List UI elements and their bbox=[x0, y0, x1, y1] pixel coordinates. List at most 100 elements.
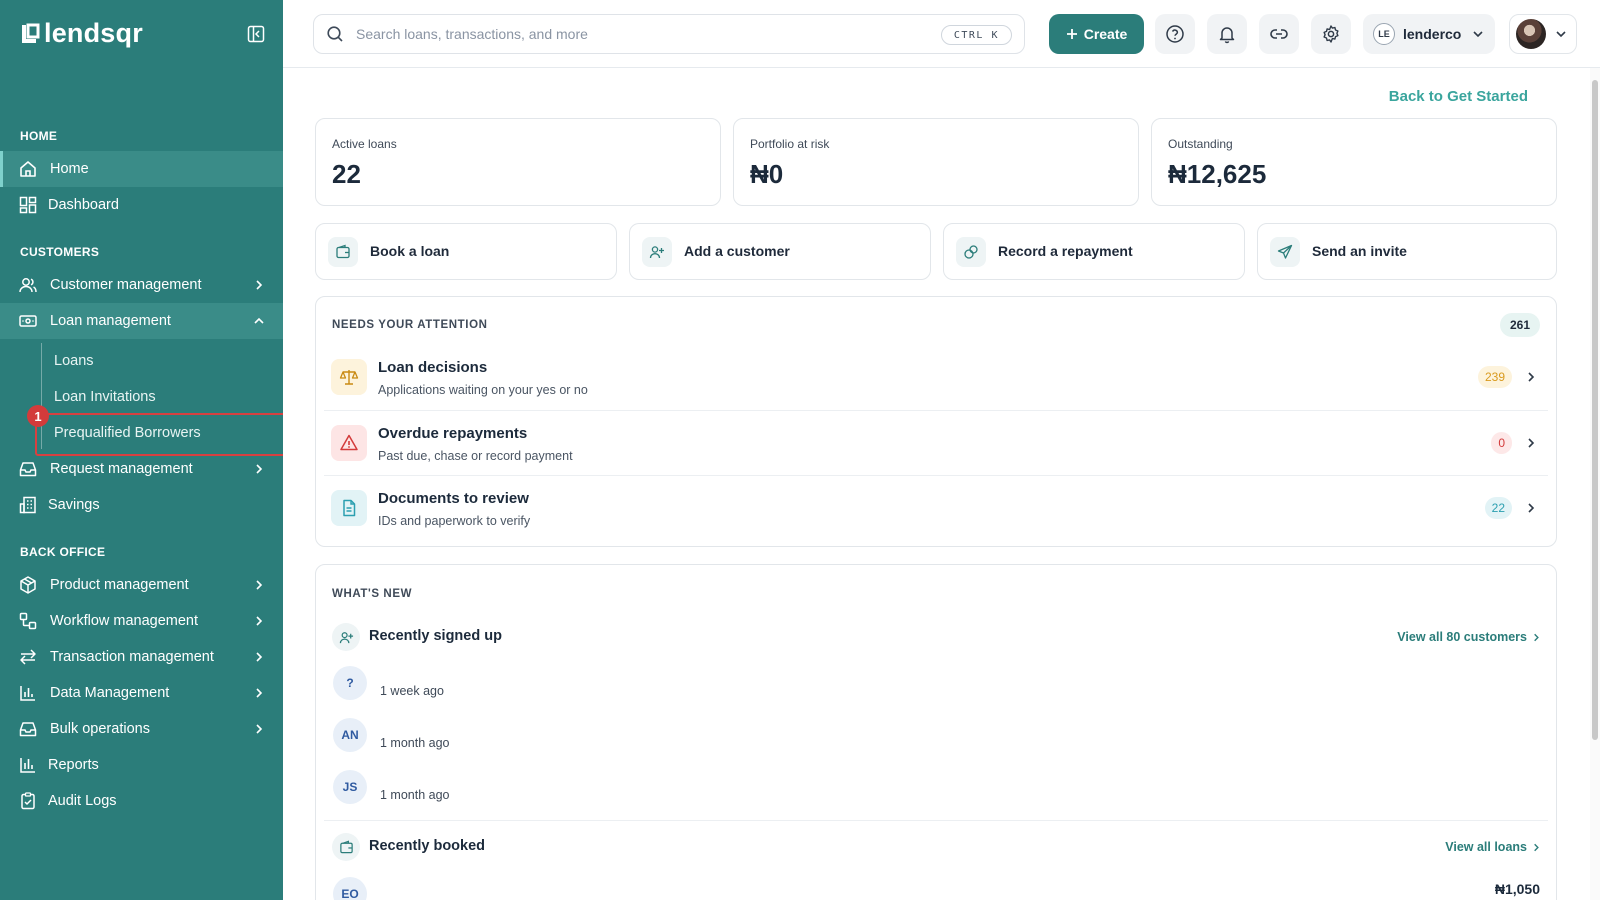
chevron-right-icon bbox=[256, 652, 263, 662]
settings-button[interactable] bbox=[1311, 14, 1351, 54]
lendsqr-logo-icon bbox=[22, 23, 40, 43]
row-subtitle: Applications waiting on your yes or no bbox=[378, 383, 588, 397]
record-a-repayment-button[interactable]: Record a repayment bbox=[943, 223, 1245, 280]
chevron-right-icon bbox=[256, 280, 263, 290]
coins-icon bbox=[956, 237, 986, 267]
bell-icon bbox=[1219, 27, 1235, 44]
chevron-right-icon bbox=[256, 616, 263, 626]
section-back-office: BACK OFFICE bbox=[20, 545, 106, 559]
dashboard-icon bbox=[19, 196, 37, 214]
stat-card-active-loans: Active loans 22 bbox=[315, 118, 721, 206]
account-name: lenderco bbox=[1403, 26, 1462, 42]
sidebar-item-label: Home bbox=[50, 161, 89, 177]
brand-logo[interactable]: lendsqr bbox=[20, 18, 143, 49]
signup-time: 1 week ago bbox=[380, 684, 444, 698]
sidebar-item-label: Data Management bbox=[50, 685, 170, 701]
tray-icon bbox=[19, 722, 37, 737]
sidebar-item-dashboard[interactable]: Dashboard bbox=[0, 187, 283, 223]
brand-name: lendsqr bbox=[44, 18, 143, 48]
row-subtitle: IDs and paperwork to verify bbox=[378, 514, 531, 528]
attention-total-badge: 261 bbox=[1499, 313, 1540, 337]
recently-booked-header: Recently booked View all loans bbox=[332, 833, 1542, 861]
search-input[interactable]: Search loans, transactions, and more CTR… bbox=[313, 14, 1025, 54]
list-item[interactable]: JS 1 month ago bbox=[332, 770, 732, 806]
divider bbox=[324, 820, 1548, 821]
view-all-loans-link[interactable]: View all loans bbox=[1445, 840, 1542, 854]
section-heading: Recently booked bbox=[369, 838, 486, 854]
book-a-loan-button[interactable]: Book a loan bbox=[315, 223, 617, 280]
link-label: View all loans bbox=[1445, 840, 1527, 854]
view-all-customers-link[interactable]: View all 80 customers bbox=[1397, 630, 1542, 644]
stat-title: Portfolio at risk bbox=[750, 137, 830, 151]
chevron-down-icon bbox=[1556, 31, 1566, 38]
profile-menu[interactable] bbox=[1509, 14, 1577, 54]
overdue-repayments-row[interactable]: Overdue repayments Past due, chase or re… bbox=[324, 410, 1548, 475]
plus-icon bbox=[1066, 29, 1077, 39]
avatar bbox=[1516, 19, 1546, 49]
sidebar-collapse-icon[interactable] bbox=[247, 25, 265, 43]
sidebar-item-label: Savings bbox=[48, 497, 100, 513]
sidebar-item-label: Audit Logs bbox=[48, 793, 117, 809]
sidebar-subitem-loan-invitations[interactable]: Loan Invitations bbox=[54, 389, 156, 405]
needs-attention-panel: NEEDS YOUR ATTENTION 261 Loan decisions … bbox=[315, 296, 1557, 547]
avatar: ? bbox=[333, 666, 367, 700]
step-badge: 1 bbox=[27, 405, 49, 427]
sidebar-item-transaction-management[interactable]: Transaction management bbox=[0, 639, 283, 675]
stat-value: 22 bbox=[332, 159, 361, 189]
account-initials: LE bbox=[1373, 23, 1395, 45]
chevron-right-icon bbox=[256, 724, 263, 734]
section-heading: Recently signed up bbox=[369, 628, 502, 644]
sidebar-item-savings[interactable]: Savings bbox=[0, 487, 283, 523]
create-button[interactable]: Create bbox=[1049, 14, 1144, 54]
stat-value: ₦0 bbox=[750, 159, 784, 189]
sidebar-item-request-management[interactable]: Request management bbox=[0, 451, 283, 487]
sidebar-item-audit-logs[interactable]: Audit Logs bbox=[0, 783, 283, 819]
loan-decisions-row[interactable]: Loan decisions Applications waiting on y… bbox=[324, 345, 1548, 410]
link-icon bbox=[1270, 29, 1288, 39]
sidebar-item-label: Loan management bbox=[50, 313, 171, 329]
section-home: HOME bbox=[20, 129, 58, 143]
sidebar-item-reports[interactable]: Reports bbox=[0, 747, 283, 783]
keyboard-shortcut: CTRL K bbox=[940, 25, 1012, 45]
alert-triangle-icon bbox=[331, 425, 367, 461]
sidebar-subitem-prequalified-borrowers[interactable]: Prequalified Borrowers bbox=[54, 425, 201, 441]
back-to-get-started-link[interactable]: Back to Get Started bbox=[1389, 88, 1528, 105]
recently-signed-up-header: Recently signed up View all 80 customers bbox=[332, 623, 1542, 651]
notifications-button[interactable] bbox=[1207, 14, 1247, 54]
sidebar-item-loan-management[interactable]: Loan management bbox=[0, 303, 283, 339]
list-item[interactable]: ? 1 week ago bbox=[332, 666, 732, 702]
sidebar-subitem-loans[interactable]: Loans bbox=[54, 353, 94, 369]
help-circle-icon bbox=[1166, 25, 1184, 43]
stat-card-outstanding: Outstanding ₦12,625 bbox=[1151, 118, 1557, 206]
list-item[interactable]: AN 1 month ago bbox=[332, 718, 732, 754]
row-subtitle: Past due, chase or record payment bbox=[378, 449, 573, 463]
list-item[interactable]: EO bbox=[332, 877, 732, 900]
wallet-icon bbox=[328, 237, 358, 267]
sidebar-item-data-management[interactable]: Data Management bbox=[0, 675, 283, 711]
chevron-right-icon bbox=[1534, 843, 1539, 851]
users-icon bbox=[19, 278, 37, 293]
sidebar-item-bulk-operations[interactable]: Bulk operations bbox=[0, 711, 283, 747]
banknote-icon bbox=[19, 315, 37, 327]
signup-time: 1 month ago bbox=[380, 788, 450, 802]
link-button[interactable] bbox=[1259, 14, 1299, 54]
help-button[interactable] bbox=[1155, 14, 1195, 54]
scrollbar-thumb[interactable] bbox=[1592, 80, 1598, 740]
action-label: Add a customer bbox=[684, 243, 790, 259]
create-button-label: Create bbox=[1083, 26, 1128, 42]
account-switcher[interactable]: LE lenderco bbox=[1363, 14, 1495, 54]
sidebar-item-customer-management[interactable]: Customer management bbox=[0, 267, 283, 303]
gear-icon bbox=[1323, 25, 1339, 43]
sidebar-item-home[interactable]: Home bbox=[0, 151, 283, 187]
sidebar-item-workflow-management[interactable]: Workflow management bbox=[0, 603, 283, 639]
chevron-right-icon bbox=[1528, 438, 1535, 448]
add-a-customer-button[interactable]: Add a customer bbox=[629, 223, 931, 280]
send-an-invite-button[interactable]: Send an invite bbox=[1257, 223, 1557, 280]
stat-value: ₦12,625 bbox=[1168, 159, 1267, 189]
building-icon bbox=[19, 496, 36, 514]
row-title: Loan decisions bbox=[378, 359, 488, 376]
sidebar-item-product-management[interactable]: Product management bbox=[0, 567, 283, 603]
send-icon bbox=[1270, 237, 1300, 267]
panel-title: NEEDS YOUR ATTENTION bbox=[332, 319, 488, 331]
documents-to-review-row[interactable]: Documents to review IDs and paperwork to… bbox=[324, 475, 1548, 540]
